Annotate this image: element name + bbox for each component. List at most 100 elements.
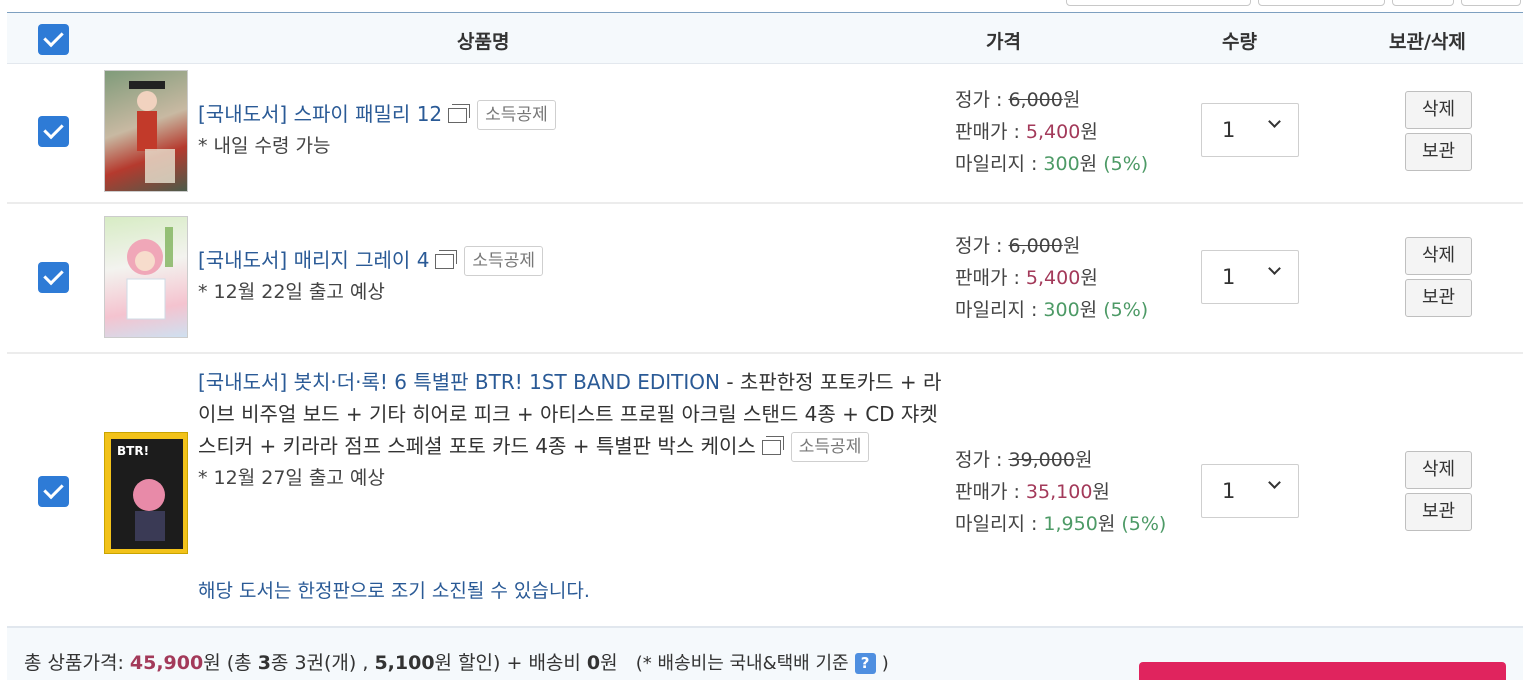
mileage-rate: (5%)	[1103, 153, 1149, 175]
toolbar-button[interactable]	[1461, 0, 1521, 6]
sale-price-line: 판매가 : 35,100원	[955, 476, 1166, 508]
item-title-link[interactable]: [국내도서] 스파이 패밀리 12	[198, 102, 442, 126]
total-summary: 총 상품가격: 45,900원 (총 3종 3권(개) , 5,100원 할인)…	[24, 648, 889, 675]
keep-button[interactable]: 보관	[1405, 279, 1472, 317]
header-product-name: 상품명	[457, 31, 510, 53]
order-button[interactable]	[1139, 662, 1506, 680]
summary-text: 종 3권(개) ,	[270, 652, 375, 674]
mileage-label: 마일리지 :	[955, 299, 1044, 321]
item-title-link[interactable]: [국내도서] 봇치·더·록! 6 특별판 BTR! 1ST BAND EDITI…	[198, 370, 720, 394]
header-price: 가격	[986, 31, 1021, 53]
currency-unit: 원	[1079, 299, 1098, 321]
mileage-label: 마일리지 :	[955, 513, 1044, 535]
cart-item-row: [국내도서] 스파이 패밀리 12 소득공제 * 내일 수령 가능 정가 : 6,…	[7, 64, 1523, 204]
item-title: 봇치·더·록! 6 특별판 BTR! 1ST BAND EDITION	[293, 370, 720, 394]
item-checkbox[interactable]	[38, 116, 69, 147]
cart-table: 상품명 가격 수량 보관/삭제 [국내도서] 스파이 패밀리 12 소득공제 * …	[7, 12, 1523, 624]
list-price: 39,000	[1008, 449, 1075, 471]
delete-button[interactable]: 삭제	[1405, 451, 1472, 489]
list-price-label: 정가 :	[955, 235, 1009, 257]
currency-unit: 원	[1080, 121, 1098, 143]
item-checkbox[interactable]	[38, 476, 69, 507]
item-category: [국내도서]	[198, 248, 288, 272]
tax-deduction-badge: 소득공제	[464, 246, 543, 276]
shipping-info: * 12월 22일 출고 예상	[198, 281, 385, 303]
shipping-fee: 0	[586, 652, 601, 674]
help-icon[interactable]: ?	[854, 653, 876, 674]
mileage-value: 300	[1043, 153, 1080, 175]
chevron-down-icon	[1268, 115, 1281, 128]
toolbar-button[interactable]	[1066, 0, 1251, 6]
new-window-icon[interactable]	[448, 104, 471, 123]
book-cover-image[interactable]: BTR!	[104, 432, 188, 554]
tax-deduction-badge: 소득공제	[790, 432, 870, 462]
sale-price: 5,400	[1025, 121, 1081, 143]
sale-price-label: 판매가 :	[955, 481, 1026, 503]
mileage-line: 마일리지 : 300원 (5%)	[955, 148, 1148, 180]
chevron-down-icon	[1268, 262, 1281, 275]
sale-price-line: 판매가 : 5,400원	[955, 116, 1148, 148]
sale-price: 5,400	[1025, 267, 1081, 289]
quantity-select[interactable]: 1	[1201, 464, 1299, 518]
currency-unit: 원	[600, 652, 618, 674]
item-info: [국내도서] 스파이 패밀리 12 소득공제 * 내일 수령 가능	[198, 98, 938, 162]
total-label: 총 상품가격:	[24, 652, 130, 674]
discount-amount: 5,100	[374, 652, 435, 674]
item-info: [국내도서] 매리지 그레이 4 소득공제 * 12월 22일 출고 예상	[198, 244, 938, 308]
sale-price-label: 판매가 :	[955, 267, 1026, 289]
item-checkbox[interactable]	[38, 262, 69, 293]
sale-price-label: 판매가 :	[955, 121, 1026, 143]
mileage-rate: (5%)	[1103, 299, 1149, 321]
list-price: 6,000	[1008, 89, 1063, 111]
item-title: 스파이 패밀리 12	[293, 102, 443, 126]
item-category: [국내도서]	[198, 370, 288, 394]
currency-unit: 원	[1080, 267, 1098, 289]
mileage-rate: (5%)	[1121, 513, 1167, 535]
mileage-line: 마일리지 : 1,950원 (5%)	[955, 508, 1166, 540]
quantity-value: 1	[1222, 265, 1236, 289]
keep-button[interactable]: 보관	[1405, 133, 1472, 171]
shipping-info: * 내일 수령 가능	[198, 135, 331, 157]
summary-text: (총	[220, 652, 258, 674]
mileage-value: 300	[1043, 299, 1080, 321]
currency-unit: 원	[1062, 235, 1081, 257]
cover-art	[126, 227, 173, 320]
tax-deduction-badge: 소득공제	[477, 100, 556, 130]
price-block: 정가 : 39,000원 판매가 : 35,100원 마일리지 : 1,950원…	[955, 444, 1166, 540]
item-category: [국내도서]	[198, 102, 288, 126]
toolbar-button[interactable]	[1392, 0, 1454, 6]
currency-unit: 원	[1097, 513, 1116, 535]
cover-art: BTR!	[111, 439, 183, 549]
summary-text: )	[881, 653, 889, 674]
quantity-select[interactable]: 1	[1201, 103, 1299, 157]
sale-price: 35,100	[1025, 481, 1093, 503]
currency-unit: 원	[1062, 89, 1081, 111]
delete-button[interactable]: 삭제	[1405, 91, 1472, 129]
mileage-label: 마일리지 :	[955, 153, 1044, 175]
delete-button[interactable]: 삭제	[1405, 237, 1472, 275]
total-price: 45,900	[129, 652, 204, 674]
price-block: 정가 : 6,000원 판매가 : 5,400원 마일리지 : 300원 (5%…	[955, 230, 1148, 326]
keep-button[interactable]: 보관	[1405, 493, 1472, 531]
book-cover-image[interactable]	[104, 70, 188, 192]
item-title-link[interactable]: [국내도서] 매리지 그레이 4	[198, 248, 429, 272]
book-cover-image[interactable]	[104, 216, 188, 338]
quantity-select[interactable]: 1	[1201, 250, 1299, 304]
quantity-value: 1	[1222, 118, 1236, 142]
mileage-line: 마일리지 : 300원 (5%)	[955, 294, 1148, 326]
toolbar-button[interactable]	[1258, 0, 1385, 6]
shipping-note: (* 배송비는 국내&택배 기준	[635, 653, 849, 674]
cart-item-row: BTR! [국내도서] 봇치·더·록! 6 특별판 BTR! 1ST BAND …	[7, 354, 1523, 624]
new-window-icon[interactable]	[435, 250, 458, 269]
header-quantity: 수량	[1222, 31, 1257, 53]
price-block: 정가 : 6,000원 판매가 : 5,400원 마일리지 : 300원 (5%…	[955, 84, 1148, 180]
sale-price-line: 판매가 : 5,400원	[955, 262, 1148, 294]
header-keep-delete: 보관/삭제	[1389, 31, 1466, 53]
item-info: [국내도서] 봇치·더·록! 6 특별판 BTR! 1ST BAND EDITI…	[198, 366, 943, 494]
select-all-checkbox[interactable]	[38, 24, 69, 55]
currency-unit: 원	[1079, 153, 1098, 175]
new-window-icon[interactable]	[761, 436, 784, 455]
list-price-line: 정가 : 6,000원	[955, 84, 1148, 116]
currency-unit: 원	[1092, 481, 1110, 503]
list-price-line: 정가 : 6,000원	[955, 230, 1148, 262]
